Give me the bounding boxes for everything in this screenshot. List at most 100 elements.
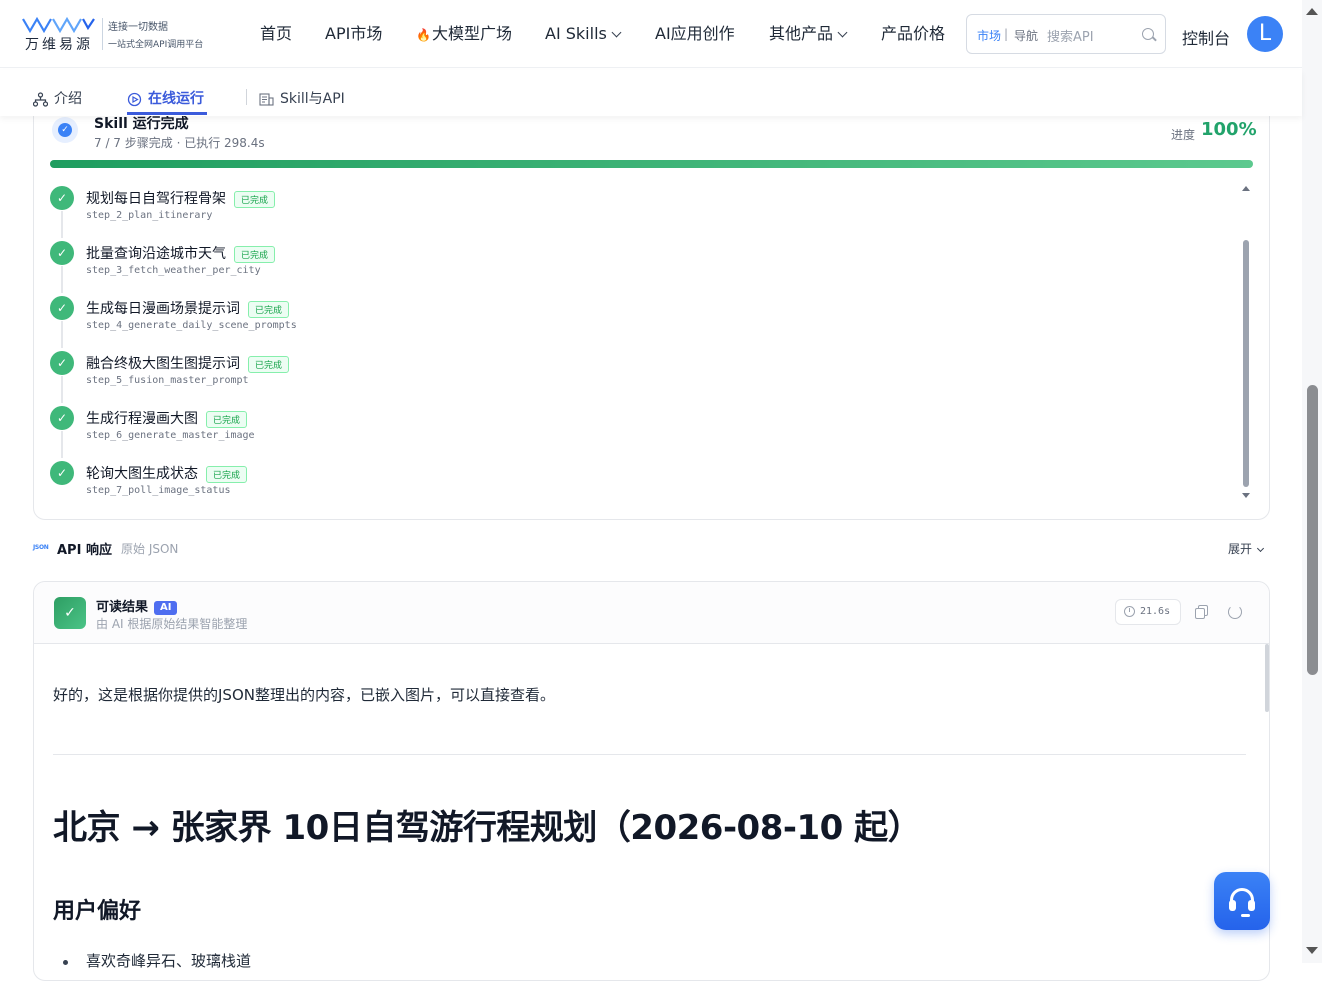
itinerary-heading: 北京 → 张家界 10日自驾游行程规划（2026-08-10 起） (53, 808, 922, 848)
nav-llm-square-label: 大模型广场 (431, 24, 512, 43)
result-card-header (34, 582, 1269, 644)
hierarchy-icon (33, 91, 48, 107)
step-code: step_3_fetch_weather_per_city (86, 265, 261, 276)
progress-label: 进度 (1171, 128, 1196, 142)
step-list-scrollbar[interactable] (1243, 240, 1249, 487)
step-name: 批量查询沿途城市天气 (86, 246, 226, 262)
expand-toggle[interactable]: 展开 (1228, 540, 1265, 557)
check-circle-icon: ✓ (50, 461, 74, 485)
chevron-down-icon (1256, 544, 1265, 553)
result-scrollbar[interactable] (1265, 644, 1269, 712)
step-name: 规划每日自驾行程骨架 (86, 191, 226, 207)
refresh-icon[interactable] (1228, 605, 1242, 619)
step-item[interactable]: ✓ 轮询大图生成状态 已完成 step_7_poll_image_status (50, 458, 750, 513)
page-scrollbar-thumb[interactable] (1307, 385, 1318, 675)
step-code: step_2_plan_itinerary (86, 210, 213, 221)
result-title: 可读结果 AI (96, 596, 178, 615)
nav-other-products-label: 其他产品 (769, 24, 834, 43)
play-circle-icon (127, 92, 142, 106)
nav-other-products[interactable]: 其他产品 (769, 24, 848, 44)
tab-skill-api-label: Skill与API (280, 91, 345, 107)
ai-badge: AI (154, 601, 178, 615)
step-connector (61, 266, 63, 293)
readable-result-card (33, 581, 1270, 981)
step-scroll-up-icon[interactable] (1242, 186, 1250, 191)
progress-value: 100% (1201, 119, 1257, 140)
nav-pricing[interactable]: 产品价格 (881, 24, 945, 44)
status-badge: 已完成 (206, 465, 248, 483)
fire-icon: 🔥 (416, 28, 431, 42)
search-placeholder: 搜索API (1047, 30, 1094, 45)
json-icon: JSON (33, 544, 49, 551)
check-circle-icon: ✓ (50, 296, 74, 320)
console-link[interactable]: 控制台 (1182, 25, 1230, 49)
step-scroll-down-icon[interactable] (1242, 493, 1250, 498)
active-tab-indicator (127, 112, 207, 115)
run-status-title: Skill 运行完成 (94, 116, 189, 132)
page-scroll-up-icon[interactable] (1306, 8, 1318, 15)
copy-icon[interactable] (1195, 605, 1208, 619)
chevron-down-icon (611, 27, 622, 38)
search-tag-nav[interactable]: 导航 (1014, 27, 1038, 44)
result-subtitle: 由 AI 根据原始结果智能整理 (96, 617, 248, 631)
step-item[interactable]: ✓ 规划每日自驾行程骨架 已完成 step_2_plan_itinerary (50, 183, 750, 238)
step-code: step_7_poll_image_status (86, 485, 231, 496)
tab-skill-api[interactable]: Skill与API (259, 88, 345, 108)
step-name: 生成每日漫画场景提示词 (86, 301, 240, 317)
page-scroll-down-icon[interactable] (1306, 947, 1318, 954)
elapsed-time: 21.6s (1140, 606, 1171, 617)
step-item[interactable]: ✓ 批量查询沿途城市天气 已完成 step_3_fetch_weather_per… (50, 238, 750, 293)
step-name: 轮询大图生成状态 (86, 466, 198, 482)
brand-slogan: 一站式全网API调用平台 (108, 40, 204, 50)
status-badge: 已完成 (234, 190, 276, 208)
tab-intro-label: 介绍 (54, 91, 82, 107)
top-navbar: 万维易源 连接一切数据 一站式全网API调用平台 首页 API市场 🔥大模型广场… (0, 0, 1302, 68)
api-response-subtitle: 原始 JSON (121, 542, 179, 556)
progress-bar (50, 160, 1253, 168)
nav-api-market[interactable]: API市场 (325, 24, 382, 44)
status-badge: 已完成 (248, 355, 290, 373)
tab-online-run[interactable]: 在线运行 (127, 88, 204, 108)
api-doc-icon (259, 92, 274, 106)
divider (53, 754, 1246, 755)
step-item[interactable]: ✓ 融合终极大图生图提示词 已完成 step_5_fusion_master_pr… (50, 348, 750, 403)
avatar[interactable]: L (1247, 16, 1283, 52)
brand-tagline: 连接一切数据 (108, 22, 168, 33)
nav-ai-skills[interactable]: AI Skills (545, 24, 622, 44)
preferences-heading: 用户偏好 (53, 899, 142, 924)
status-badge: 已完成 (206, 410, 248, 428)
nav-ai-apps[interactable]: AI应用创作 (655, 24, 735, 44)
check-square-icon: ✓ (54, 597, 86, 629)
step-code: step_5_fusion_master_prompt (86, 375, 249, 386)
nav-llm-square[interactable]: 🔥大模型广场 (416, 24, 512, 45)
check-circle-icon: ✓ (50, 351, 74, 375)
run-status-icon: ✓ (52, 117, 78, 143)
run-status-subtitle: 7 / 7 步骤完成 · 已执行 298.4s (94, 136, 265, 150)
step-name: 融合终极大图生图提示词 (86, 356, 240, 372)
step-item[interactable]: ✓ 生成行程漫画大图 已完成 step_6_generate_master_ima… (50, 403, 750, 458)
nav-home[interactable]: 首页 (260, 24, 292, 44)
step-code: step_4_generate_daily_scene_prompts (86, 320, 297, 331)
status-badge: 已完成 (234, 245, 276, 263)
logo-divider (102, 18, 103, 50)
step-name: 生成行程漫画大图 (86, 411, 198, 427)
search-tag-market[interactable]: 市场 (977, 27, 1001, 44)
chevron-down-icon (837, 27, 848, 38)
check-icon: ✓ (58, 123, 72, 137)
nav-ai-skills-label: AI Skills (545, 24, 607, 43)
step-connector (61, 431, 63, 458)
logo-wave-icon (22, 16, 95, 34)
check-circle-icon: ✓ (50, 241, 74, 265)
search-input[interactable]: 市场 | 导航 搜索API (966, 14, 1166, 54)
api-response-title: API 响应 (57, 543, 112, 558)
tab-intro[interactable]: 介绍 (33, 88, 82, 108)
result-intro: 好的，这是根据你提供的JSON整理出的内容，已嵌入图片，可以直接查看。 (53, 686, 555, 704)
list-item: 喜欢奇峰异石、玻璃栈道 (86, 952, 252, 970)
step-item[interactable]: ✓ 生成每日漫画场景提示词 已完成 step_4_generate_daily_s… (50, 293, 750, 348)
step-connector (61, 321, 63, 348)
brand-logo[interactable]: 万维易源 连接一切数据 一站式全网API调用平台 (22, 14, 222, 54)
step-code: step_6_generate_master_image (86, 430, 255, 441)
check-circle-icon: ✓ (50, 186, 74, 210)
search-icon[interactable] (1142, 28, 1154, 40)
customer-service-button[interactable] (1214, 872, 1270, 930)
